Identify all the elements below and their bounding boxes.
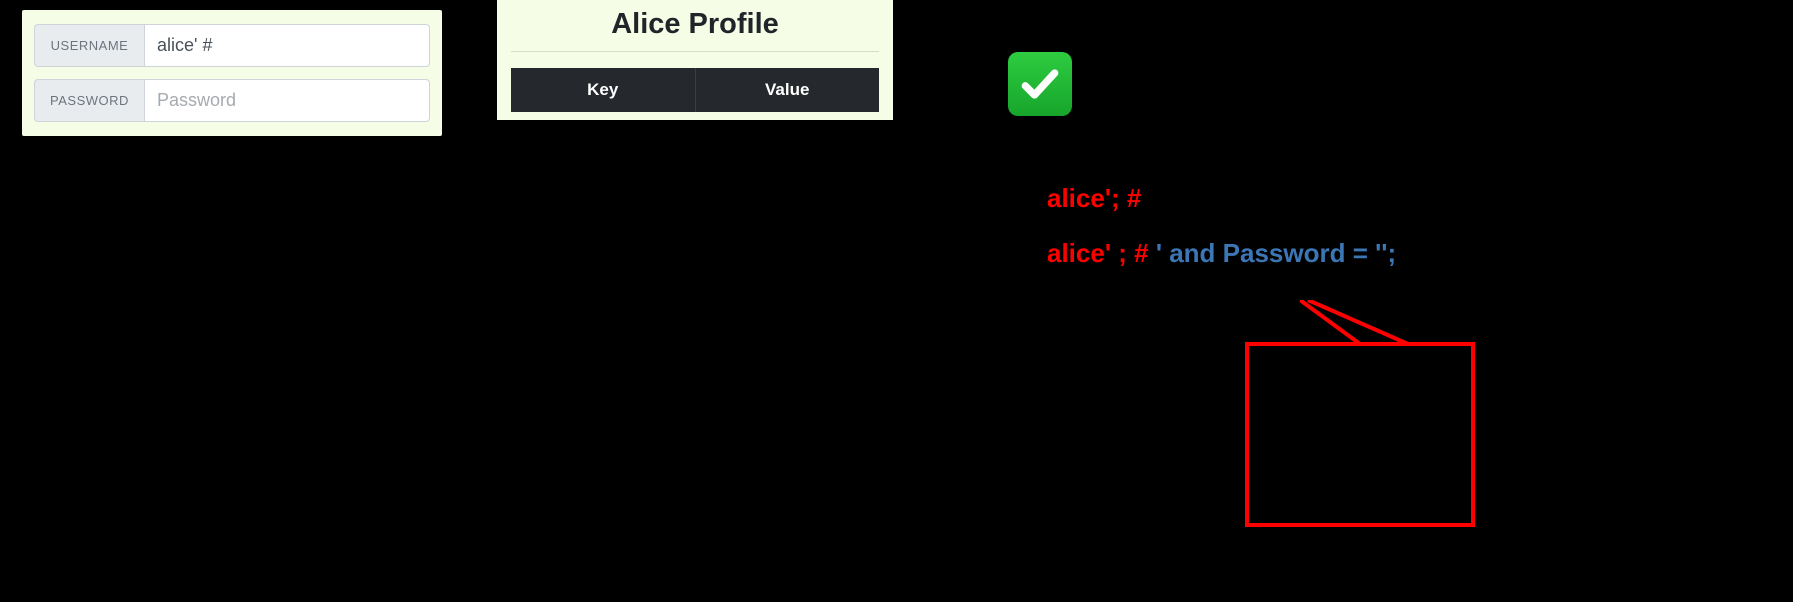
- profile-separator: [511, 51, 879, 52]
- annotation-line-2: alice' ; # ' and Password = '';: [1047, 238, 1396, 269]
- annotation-line-2-comment: ' and Password = '';: [1156, 238, 1396, 268]
- annotation-line-2-injection: alice' ; #: [1047, 238, 1156, 268]
- annotation-line-1: alice'; #: [1047, 183, 1141, 214]
- profile-table: Key Value: [511, 68, 879, 112]
- checkmark-icon: [1008, 52, 1072, 116]
- profile-table-header: Key Value: [511, 68, 879, 112]
- password-input[interactable]: [144, 79, 430, 122]
- profile-title: Alice Profile: [511, 4, 879, 51]
- column-header-value: Value: [696, 68, 880, 112]
- login-form: USERNAME PASSWORD: [22, 10, 442, 136]
- callout-box: [1245, 342, 1475, 527]
- password-row: PASSWORD: [34, 79, 430, 122]
- username-input[interactable]: [144, 24, 430, 67]
- username-label: USERNAME: [34, 24, 144, 67]
- username-row: USERNAME: [34, 24, 430, 67]
- profile-panel: Alice Profile Key Value: [497, 0, 893, 120]
- column-header-key: Key: [511, 68, 696, 112]
- password-label: PASSWORD: [34, 79, 144, 122]
